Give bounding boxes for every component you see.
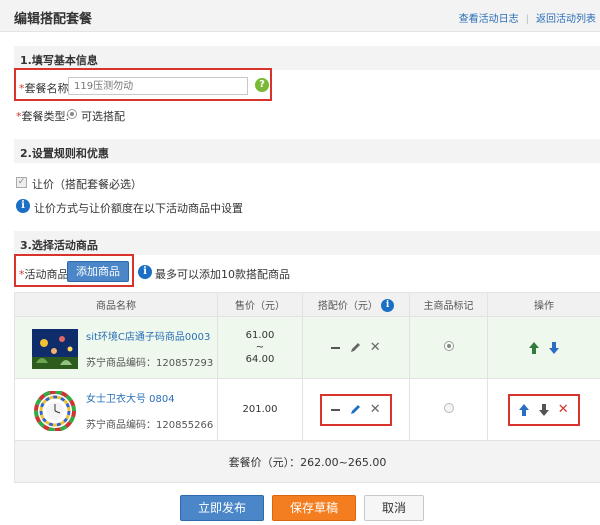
concession-info-text: 让价方式与让价额度在以下活动商品中设置 — [34, 202, 243, 215]
products-table: 商品名称 售价（元） 搭配价（元） i 主商品标记 操作 sit环境C店通子码商… — [14, 292, 600, 483]
remove-x-icon[interactable]: ✕ — [370, 403, 381, 416]
price-value: 201.00 — [242, 403, 278, 415]
main-product-radio[interactable] — [443, 341, 454, 351]
section-rules-header: 2.设置规则和优惠 — [14, 139, 600, 163]
cancel-button[interactable]: 取消 — [364, 495, 424, 521]
column-header-product-name: 商品名称 — [14, 292, 218, 317]
combo-price-empty — [331, 346, 341, 349]
view-activity-log-link[interactable]: 查看活动日志 — [459, 14, 519, 25]
move-down-icon[interactable] — [548, 341, 559, 354]
combo-price-actions-highlight: ✕ — [320, 393, 392, 426]
section-basic-info-header: 1.填写基本信息 — [14, 46, 600, 70]
section-products-header: 3.选择活动商品 — [14, 231, 600, 255]
move-up-icon[interactable] — [529, 341, 540, 354]
move-up-icon[interactable] — [519, 403, 530, 416]
table-row: sit环境C店通子码商品0003 苏宁商品编码：120857293 61.00 … — [14, 316, 600, 379]
activity-products-label: *活动商品: — [19, 268, 73, 281]
info-icon: i — [16, 199, 30, 213]
combo-total-price: 套餐价（元）：262.00~265.00 — [14, 440, 600, 483]
package-type-value: 可选搭配 — [81, 110, 125, 123]
save-draft-button[interactable]: 保存草稿 — [272, 495, 356, 521]
product-name-link[interactable]: 女士卫衣大号 0804 — [86, 390, 175, 405]
price-concession-label: 让价（搭配套餐必选） — [32, 178, 142, 191]
price-separator: ~ — [255, 341, 265, 353]
price-high: 64.00 — [245, 353, 275, 365]
combo-price-empty — [331, 408, 341, 411]
move-down-icon[interactable] — [538, 403, 549, 416]
product-thumbnail-aquarium — [32, 328, 78, 369]
edit-pencil-icon[interactable] — [350, 342, 361, 353]
product-code: 苏宁商品编码：120855266 — [86, 419, 214, 431]
column-header-actions: 操作 — [487, 292, 600, 317]
remove-x-icon[interactable]: ✕ — [370, 341, 381, 354]
package-name-label: *套餐名称: — [19, 82, 73, 95]
page-title: 编辑搭配套餐 — [14, 12, 93, 27]
package-name-input[interactable] — [68, 77, 248, 95]
info-icon: i — [138, 265, 152, 279]
package-type-label: *套餐类型: — [16, 110, 70, 123]
info-icon: i — [381, 299, 395, 313]
product-name-link[interactable]: sit环境C店通子码商品0003 — [86, 328, 210, 343]
product-code: 苏宁商品编码：120857293 — [86, 357, 214, 369]
main-product-radio[interactable] — [443, 403, 454, 413]
price-concession-checkbox[interactable]: ✓ — [16, 177, 27, 188]
help-icon[interactable]: ? — [255, 78, 269, 92]
column-header-combo-price: 搭配价（元） i — [302, 292, 410, 317]
top-bar: 编辑搭配套餐 查看活动日志 | 返回活动列表 — [0, 0, 600, 32]
table-row: 女士卫衣大号 0804 苏宁商品编码：120855266 201.00 ✕ ✕ — [14, 378, 600, 441]
column-header-price: 售价（元） — [217, 292, 303, 317]
back-to-activity-list-link[interactable]: 返回活动列表 — [536, 14, 596, 25]
package-type-radio[interactable] — [67, 109, 77, 119]
product-thumbnail-color-wheel — [32, 390, 78, 431]
row-actions-highlight: ✕ — [508, 393, 580, 426]
delete-x-icon[interactable]: ✕ — [558, 403, 569, 416]
edit-pencil-icon[interactable] — [350, 404, 361, 415]
add-product-button[interactable]: 添加商品 — [67, 261, 129, 282]
column-header-main-flag: 主商品标记 — [409, 292, 488, 317]
product-limit-text: 最多可以添加10款搭配商品 — [155, 268, 290, 281]
publish-button[interactable]: 立即发布 — [180, 495, 264, 521]
header-links: 查看活动日志 | 返回活动列表 — [458, 14, 596, 25]
price-low: 61.00 — [245, 329, 275, 341]
